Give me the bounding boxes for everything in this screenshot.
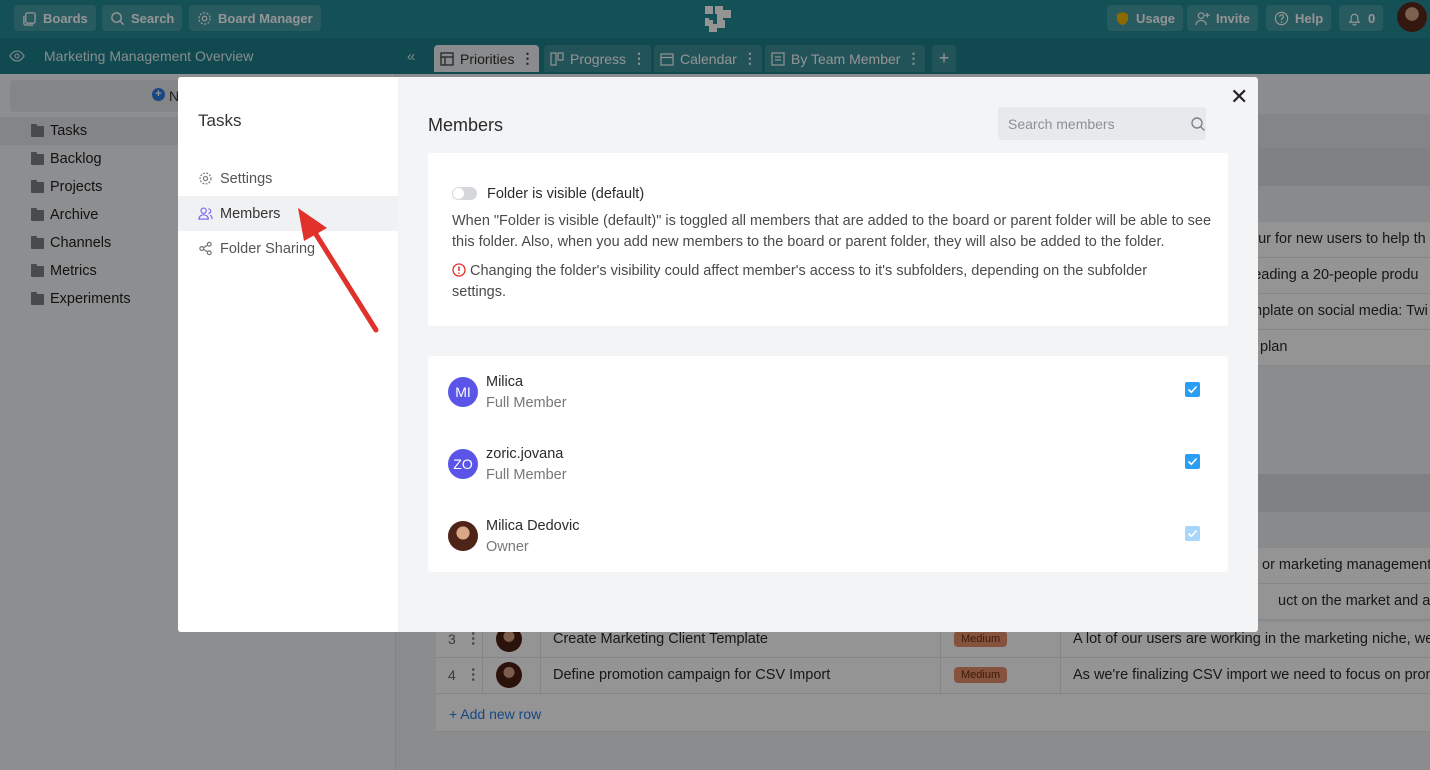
members-heading: Members — [428, 115, 504, 135]
member-name: Milica — [486, 374, 524, 390]
avatar — [448, 521, 478, 551]
search-members-input[interactable] — [998, 107, 1206, 140]
close-modal-button[interactable]: ✕ — [1230, 86, 1248, 108]
folder-title: Tasks — [198, 111, 242, 130]
member-role: Owner — [486, 539, 529, 555]
gear-icon — [199, 172, 212, 185]
check-icon — [1187, 457, 1198, 466]
list-item: Milica Dedovic Owner — [428, 500, 1228, 572]
member-name: zoric.jovana — [486, 446, 564, 462]
member-role: Full Member — [486, 395, 567, 411]
modal-sidebar: Tasks Settings Members Folder Sharing — [178, 77, 398, 632]
member-name: Milica Dedovic — [486, 518, 580, 534]
list-item: MI Milica Full Member — [428, 356, 1228, 428]
folder-visible-toggle[interactable] — [452, 187, 477, 200]
check-icon — [1187, 529, 1198, 538]
member-checkbox[interactable] — [1185, 382, 1200, 397]
members-list: MI Milica Full Member ZO zoric.jovana Fu… — [428, 356, 1228, 572]
folder-visible-label: Folder is visible (default) — [487, 186, 645, 202]
check-icon — [1187, 385, 1198, 394]
modal-nav-label: Settings — [220, 170, 273, 187]
member-role: Full Member — [486, 467, 567, 483]
member-checkbox[interactable] — [1185, 454, 1200, 469]
visibility-card: Folder is visible (default) When "Folder… — [428, 153, 1228, 326]
visibility-warning: Changing the folder's visibility could a… — [452, 263, 1148, 300]
modal-nav-label: Folder Sharing — [220, 240, 316, 257]
modal-nav-members[interactable]: Members — [178, 196, 398, 231]
modal-nav-label: Members — [220, 205, 281, 222]
search-icon — [1191, 117, 1205, 131]
member-checkbox-disabled — [1185, 526, 1200, 541]
modal-nav-folder-sharing[interactable]: Folder Sharing — [178, 231, 398, 266]
share-icon — [199, 241, 212, 256]
modal-nav-settings[interactable]: Settings — [178, 161, 398, 196]
list-item: ZO zoric.jovana Full Member — [428, 428, 1228, 500]
folder-settings-modal: Tasks Settings Members Folder Sharing Me… — [178, 77, 1258, 632]
members-icon — [198, 207, 213, 220]
avatar: MI — [448, 377, 478, 407]
avatar: ZO — [448, 449, 478, 479]
visibility-description: When "Folder is visible (default)" is to… — [452, 213, 1212, 250]
